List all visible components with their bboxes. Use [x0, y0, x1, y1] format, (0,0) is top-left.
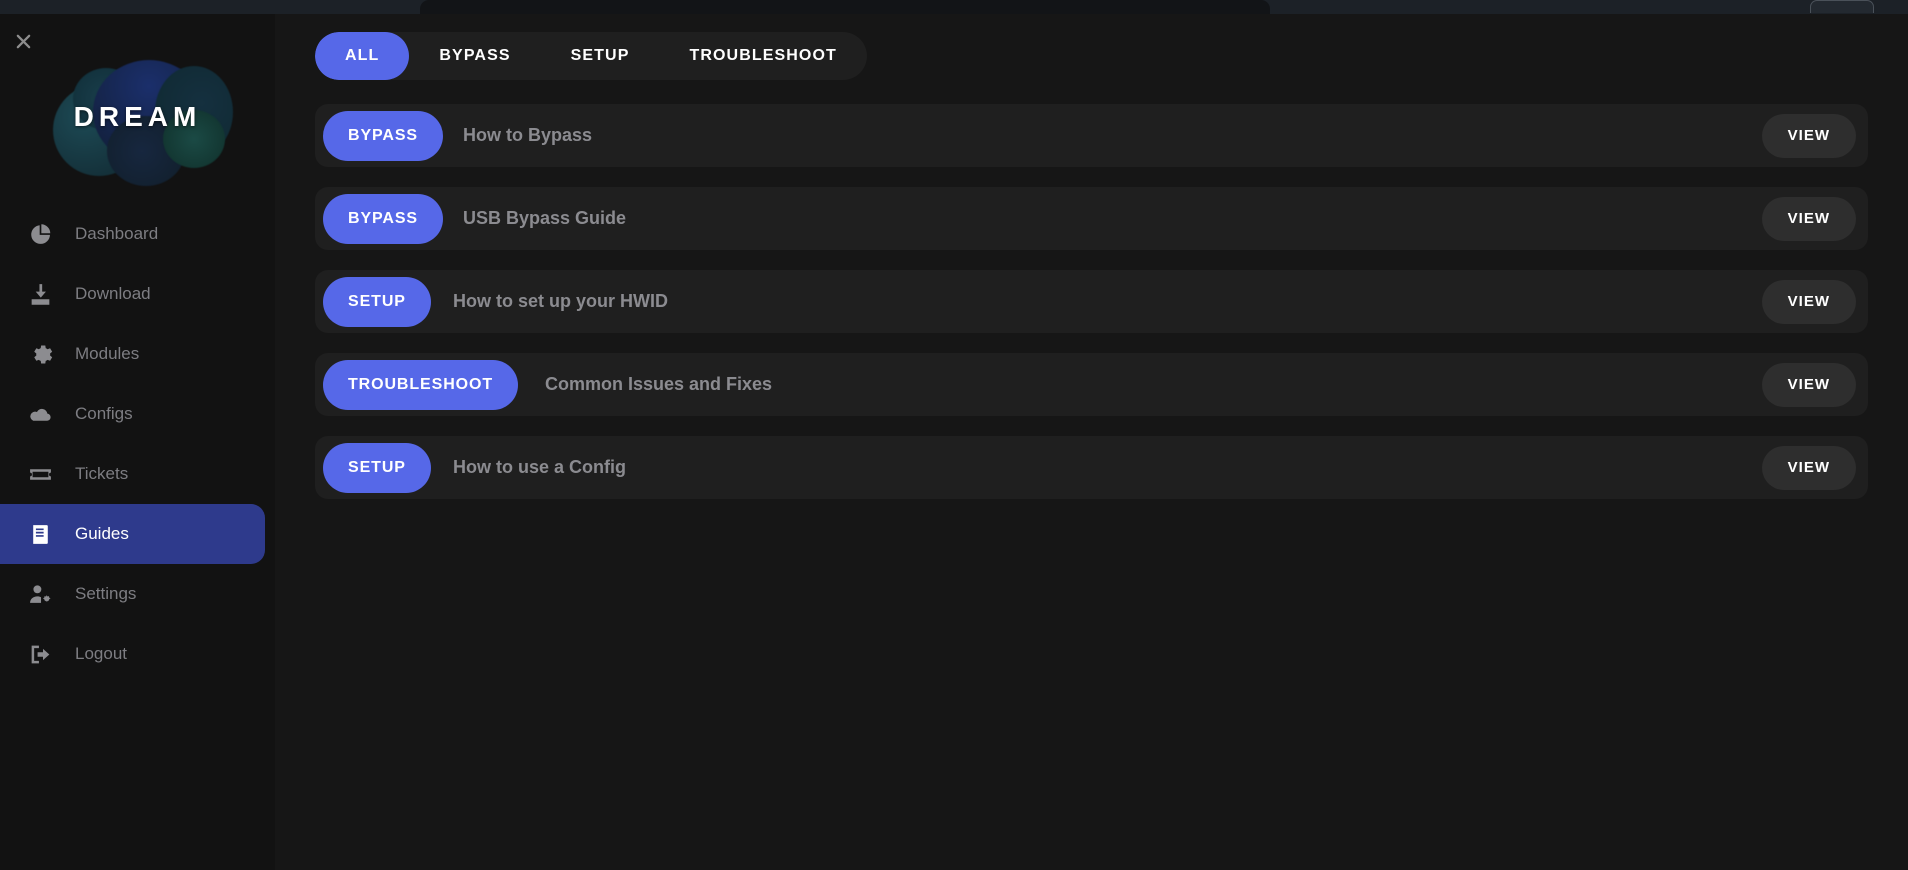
view-button[interactable]: VIEW — [1761, 445, 1856, 490]
guide-title: How to Bypass — [463, 125, 593, 145]
sidebar-item-label: Logout — [75, 644, 127, 663]
logo-blob: DREAM — [45, 58, 233, 186]
close-glyph — [16, 34, 30, 48]
brand-logo: DREAM — [0, 54, 275, 186]
guide-title: How to set up your HWID — [453, 291, 668, 311]
status-badge: SETUP — [323, 442, 431, 493]
sidebar: DREAM Dashboard Download Modules Configs… — [0, 14, 275, 870]
pie-chart-icon — [28, 222, 53, 247]
table-row[interactable]: TROUBLESHOOT Common Issues and Fixes VIE… — [315, 353, 1868, 416]
tab-setup[interactable]: SETUP — [541, 32, 660, 80]
table-row[interactable]: SETUP How to set up your HWID VIEW — [315, 270, 1868, 333]
browser-chrome-strip — [0, 0, 1908, 14]
guide-title: USB Bypass Guide — [463, 208, 627, 228]
view-button[interactable]: VIEW — [1761, 279, 1856, 324]
main-content: ALL BYPASS SETUP TROUBLESHOOT BYPASS How… — [275, 14, 1908, 870]
browser-tab[interactable] — [420, 0, 1270, 14]
cloud-icon — [28, 402, 53, 427]
sidebar-item-modules[interactable]: Modules — [0, 324, 275, 384]
sidebar-item-settings[interactable]: Settings — [0, 564, 275, 624]
gear-icon — [28, 342, 53, 367]
sidebar-item-dashboard[interactable]: Dashboard — [0, 204, 275, 264]
table-row[interactable]: BYPASS USB Bypass Guide VIEW — [315, 187, 1868, 250]
guides-list: BYPASS How to Bypass VIEW BYPASS USB Byp… — [315, 104, 1868, 519]
sidebar-item-label: Tickets — [75, 464, 129, 483]
download-icon — [28, 282, 53, 307]
logo-text: DREAM — [73, 100, 202, 132]
status-badge: BYPASS — [323, 110, 444, 161]
sidebar-item-logout[interactable]: Logout — [0, 624, 275, 684]
category-tab-bar: ALL BYPASS SETUP TROUBLESHOOT — [315, 32, 867, 80]
app-window: DREAM Dashboard Download Modules Configs… — [0, 0, 1908, 870]
browser-toolbar-button[interactable] — [1810, 0, 1874, 13]
sidebar-item-label: Guides — [75, 524, 129, 543]
logout-icon — [28, 642, 53, 667]
guide-title: How to use a Config — [453, 457, 626, 477]
sidebar-item-label: Dashboard — [75, 224, 159, 243]
sidebar-item-download[interactable]: Download — [0, 264, 275, 324]
view-button[interactable]: VIEW — [1761, 362, 1856, 407]
sidebar-item-tickets[interactable]: Tickets — [0, 444, 275, 504]
sidebar-item-label: Modules — [75, 344, 140, 363]
status-badge: SETUP — [323, 276, 431, 327]
tab-bypass[interactable]: BYPASS — [409, 32, 540, 80]
table-row[interactable]: BYPASS How to Bypass VIEW — [315, 104, 1868, 167]
view-button[interactable]: VIEW — [1761, 113, 1856, 158]
book-icon — [28, 522, 53, 547]
guide-title: Common Issues and Fixes — [545, 374, 773, 394]
sidebar-item-label: Settings — [75, 584, 137, 603]
table-row[interactable]: SETUP How to use a Config VIEW — [315, 436, 1868, 499]
tab-all[interactable]: ALL — [315, 32, 410, 80]
sidebar-item-guides[interactable]: Guides — [0, 504, 265, 564]
view-button[interactable]: VIEW — [1761, 196, 1856, 241]
close-icon[interactable] — [6, 24, 40, 58]
status-badge: BYPASS — [323, 193, 444, 244]
sidebar-item-configs[interactable]: Configs — [0, 384, 275, 444]
sidebar-item-label: Download — [75, 284, 151, 303]
user-gear-icon — [28, 582, 53, 607]
sidebar-nav: Dashboard Download Modules Configs Ticke… — [0, 204, 275, 684]
sidebar-item-label: Configs — [75, 404, 133, 423]
status-badge: TROUBLESHOOT — [323, 359, 519, 410]
ticket-icon — [28, 462, 53, 487]
tab-troubleshoot[interactable]: TROUBLESHOOT — [659, 32, 866, 80]
